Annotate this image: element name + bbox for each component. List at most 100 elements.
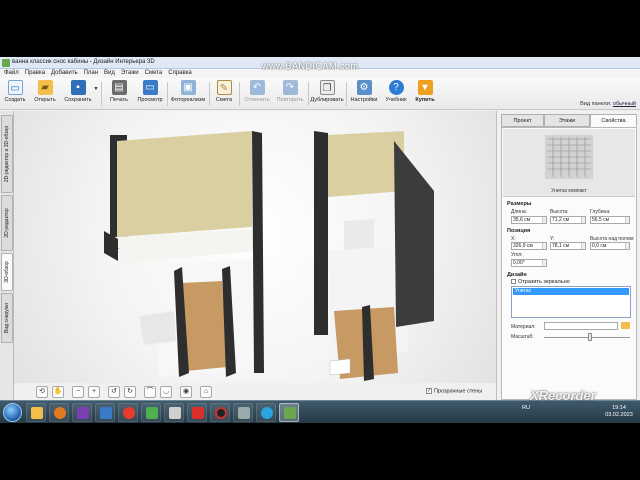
preview-button[interactable]: ▭ Просмотр: [136, 80, 164, 108]
wall-right-slanted: [394, 141, 434, 327]
taskbar: RU 19:14 03.02.2023: [0, 400, 640, 423]
tab-floors[interactable]: Этажи: [544, 114, 590, 127]
settings-label: Настройки: [350, 97, 378, 103]
y-spinner[interactable]: [581, 243, 585, 249]
menu-file[interactable]: Файл: [0, 69, 22, 78]
open-button[interactable]: ▰ Открыть: [31, 80, 59, 108]
height-input[interactable]: 71,2 см: [550, 216, 586, 224]
tutorial-button[interactable]: ? Учебник: [382, 80, 410, 108]
length-label: Длина:: [511, 209, 528, 215]
estimate-button[interactable]: ✎ Смета: [212, 80, 236, 108]
settings-button[interactable]: ⚙ Настройки: [349, 80, 379, 108]
scale-label: Масштаб:: [511, 334, 534, 340]
scale-slider-track[interactable]: [544, 337, 630, 338]
orbit-right-icon[interactable]: ↻: [124, 386, 136, 398]
buy-button[interactable]: ▾ Купить: [412, 80, 438, 108]
x-input[interactable]: 326,9 см: [511, 242, 547, 250]
tab-outside-view[interactable]: Вид снаружи: [1, 293, 13, 343]
taskbar-mail[interactable]: [164, 403, 184, 422]
folder-icon[interactable]: [621, 322, 630, 329]
print-button[interactable]: ▤ Печать: [106, 80, 132, 108]
undo-button[interactable]: ↶ Отменить: [242, 80, 272, 108]
menu-view[interactable]: Вид: [101, 69, 118, 78]
tilt-down-icon[interactable]: ◡: [160, 386, 172, 398]
camera-icon[interactable]: ◉: [180, 386, 192, 398]
menu-edit[interactable]: Правка: [22, 69, 48, 78]
taskbar-app-blue[interactable]: [95, 403, 115, 422]
redo-button[interactable]: ↷ Повторить: [274, 80, 306, 108]
zoom-in-icon[interactable]: +: [88, 386, 100, 398]
angle-spinner[interactable]: [542, 260, 546, 266]
taskbar-yandex[interactable]: [187, 403, 207, 422]
system-tray[interactable]: RU: [522, 405, 530, 411]
taskbar-interior-design-3d[interactable]: [279, 403, 299, 422]
height-spinner[interactable]: [581, 217, 585, 223]
x-spinner[interactable]: [542, 243, 546, 249]
transparent-walls-checkbox[interactable]: ✓ Прозрачные стены: [426, 388, 482, 394]
save-dropdown[interactable]: ▼: [93, 86, 99, 114]
taskbar-app-gray[interactable]: [233, 403, 253, 422]
zoom-out-icon[interactable]: −: [72, 386, 84, 398]
taskbar-explorer[interactable]: [26, 403, 46, 422]
floor-wood: [182, 281, 227, 371]
tab-project[interactable]: Проект: [501, 114, 544, 127]
view-panel-link[interactable]: обычный: [613, 101, 636, 107]
app-icon: [77, 407, 89, 419]
photorealism-button[interactable]: ▣ Фотореализм: [170, 80, 206, 108]
play-icon: [54, 407, 66, 419]
height-label: Высота:: [550, 209, 569, 215]
language-indicator[interactable]: RU: [522, 405, 530, 411]
floor-height-spinner[interactable]: [625, 243, 629, 249]
tab-properties[interactable]: Свойства: [590, 114, 637, 127]
mirror-checkbox[interactable]: Отразить зеркально: [511, 279, 570, 285]
left-room-model[interactable]: [104, 131, 264, 377]
angle-input[interactable]: 0,00°: [511, 259, 547, 267]
material-field[interactable]: [544, 322, 618, 330]
taskbar-torrent[interactable]: [141, 403, 161, 422]
menu-floors[interactable]: Этажи: [118, 69, 142, 78]
menu-help[interactable]: Справка: [165, 69, 195, 78]
tab-2d-3d-label: 2D-редактор и 3D-обзор: [4, 125, 10, 183]
home-icon[interactable]: ⌂: [200, 386, 212, 398]
tab-2d-3d[interactable]: 2D-редактор и 3D-обзор: [1, 115, 13, 193]
scale-slider-handle[interactable]: [588, 333, 592, 341]
toolbar-separator: [239, 82, 240, 106]
rotate-icon[interactable]: ⟲: [36, 386, 48, 398]
save-label: Сохранить: [64, 97, 92, 103]
taskbar-telegram[interactable]: [256, 403, 276, 422]
view-panel-label: Вид панели:: [580, 101, 612, 107]
position-section-title: Позиция: [507, 228, 531, 234]
menu-estimate[interactable]: Смета: [142, 69, 166, 78]
orbit-left-icon[interactable]: ↺: [108, 386, 120, 398]
tab-3d-view[interactable]: 3D-обзор: [1, 253, 13, 291]
3d-viewport[interactable]: [14, 111, 496, 383]
menu-plan[interactable]: План: [81, 69, 101, 78]
length-spinner[interactable]: [542, 217, 546, 223]
create-button[interactable]: ▭ Создать: [2, 80, 28, 108]
parts-list[interactable]: Унитаз: [511, 286, 631, 318]
depth-spinner[interactable]: [625, 217, 629, 223]
item-preview: Унитаз компакт: [503, 129, 635, 197]
clock[interactable]: 19:14 03.02.2023: [602, 405, 636, 419]
taskbar-media[interactable]: [49, 403, 69, 422]
start-button[interactable]: [3, 403, 22, 422]
list-item[interactable]: Унитаз: [513, 288, 629, 295]
taskbar-recorder[interactable]: [210, 403, 230, 422]
taskbar-yandex-browser[interactable]: [118, 403, 138, 422]
floor-height-input[interactable]: 0,0 см: [590, 242, 630, 250]
mail-icon: [169, 407, 181, 419]
duplicate-label: Дублировать: [310, 97, 344, 103]
depth-input[interactable]: 56,5 см: [590, 216, 630, 224]
pan-hand-icon[interactable]: ✋: [52, 386, 64, 398]
tutorial-label: Учебник: [385, 97, 407, 103]
taskbar-app-purple[interactable]: [72, 403, 92, 422]
duplicate-button[interactable]: ❐ Дублировать: [310, 80, 344, 108]
save-button[interactable]: ▪ Сохранить: [62, 80, 94, 108]
menu-add[interactable]: Добавить: [48, 69, 81, 78]
length-input[interactable]: 35,6 см: [511, 216, 547, 224]
angle-label: Угол:: [511, 252, 523, 258]
right-room-model[interactable]: [314, 131, 434, 381]
y-input[interactable]: 78,1 см: [550, 242, 586, 250]
tilt-up-icon[interactable]: ⌒: [144, 386, 156, 398]
tab-2d-editor[interactable]: 2D-редактор: [1, 195, 13, 251]
